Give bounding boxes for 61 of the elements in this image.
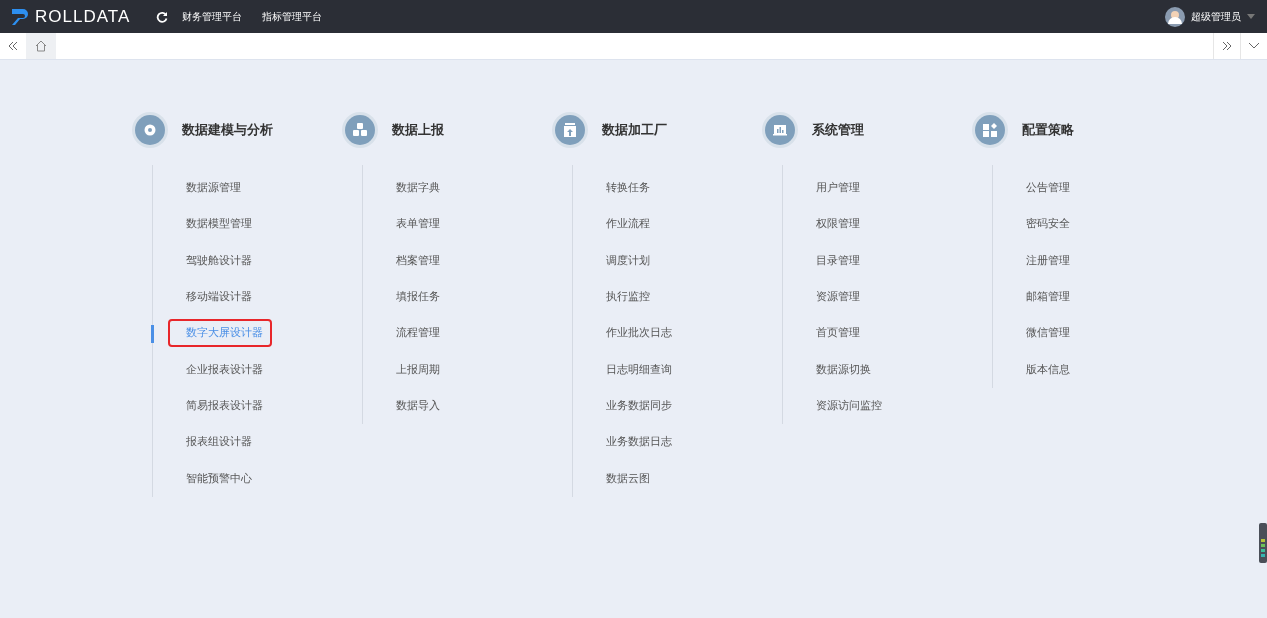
home-tab[interactable] <box>26 33 56 59</box>
menu-link[interactable]: 数据源管理 <box>186 178 241 199</box>
avatar-icon <box>1165 6 1185 27</box>
menu-link[interactable]: 目录管理 <box>816 250 860 271</box>
home-icon <box>35 40 47 52</box>
menu-link[interactable]: 作业流程 <box>606 214 650 235</box>
user-name[interactable]: 超级管理员 <box>1191 9 1241 24</box>
category-title: 数据建模与分析 <box>182 121 273 139</box>
menu-link[interactable]: 执行监控 <box>606 287 650 308</box>
menu-link[interactable]: 移动端设计器 <box>186 287 252 308</box>
menu-link[interactable]: 填报任务 <box>396 287 440 308</box>
category-title: 配置策略 <box>1022 121 1074 139</box>
menu-link[interactable]: 简易报表设计器 <box>186 395 263 416</box>
menu-link[interactable]: 企业报表设计器 <box>186 359 263 380</box>
menu-link[interactable]: 驾驶舱设计器 <box>186 250 252 271</box>
scroll-right-icon[interactable] <box>1222 41 1232 51</box>
monitor-icon <box>765 115 795 145</box>
tiles-icon <box>975 115 1005 145</box>
menu-link[interactable]: 上报周期 <box>396 359 440 380</box>
scroll-left-icon[interactable] <box>8 41 18 51</box>
menu-link[interactable]: 用户管理 <box>816 178 860 199</box>
menu-link[interactable]: 资源访问监控 <box>816 395 882 416</box>
menu-link[interactable]: 邮箱管理 <box>1026 287 1070 308</box>
menu-link[interactable]: 首页管理 <box>816 323 860 344</box>
category-title: 数据上报 <box>392 121 444 139</box>
menu-link[interactable]: 版本信息 <box>1026 359 1070 380</box>
menu-link[interactable]: 转换任务 <box>606 178 650 199</box>
menu-link[interactable]: 业务数据日志 <box>606 432 672 453</box>
gear-icon <box>135 115 165 145</box>
nav-link[interactable]: 财务管理平台 <box>182 9 243 24</box>
cubes-icon <box>345 115 375 145</box>
menu-link[interactable]: 密码安全 <box>1026 214 1070 235</box>
brand-name: ROLLDATA <box>35 6 131 27</box>
category-title: 系统管理 <box>812 121 864 139</box>
upload-icon <box>555 115 585 145</box>
menu-link[interactable]: 流程管理 <box>396 323 440 344</box>
refresh-icon[interactable] <box>156 10 169 23</box>
caret-icon[interactable] <box>1247 14 1255 19</box>
menu-link[interactable]: 日志明细查询 <box>606 359 672 380</box>
menu-link[interactable]: 公告管理 <box>1026 178 1070 199</box>
menu-link[interactable]: 表单管理 <box>396 214 440 235</box>
menu-link[interactable]: 作业批次日志 <box>606 323 672 344</box>
menu-link[interactable]: 数据云图 <box>606 468 650 489</box>
logo-icon <box>10 6 30 27</box>
menu-link[interactable]: 数据字典 <box>396 178 440 199</box>
menu-link[interactable]: 权限管理 <box>816 214 860 235</box>
side-widget-icon[interactable] <box>1259 523 1267 563</box>
menu-link[interactable]: 数据模型管理 <box>186 214 252 235</box>
menu-link[interactable]: 注册管理 <box>1026 250 1070 271</box>
menu-link[interactable]: 数据源切换 <box>816 359 871 380</box>
menu-link[interactable]: 智能预警中心 <box>186 468 252 489</box>
menu-link[interactable]: 报表组设计器 <box>186 432 252 453</box>
nav-link[interactable]: 指标管理平台 <box>262 9 323 24</box>
chevron-down-icon[interactable] <box>1248 42 1260 50</box>
menu-link[interactable]: 业务数据同步 <box>606 395 672 416</box>
category-title: 数据加工厂 <box>602 121 667 139</box>
menu-link[interactable]: 档案管理 <box>396 250 440 271</box>
menu-link[interactable]: 资源管理 <box>816 287 860 308</box>
menu-link[interactable]: 微信管理 <box>1026 323 1070 344</box>
menu-link[interactable]: 调度计划 <box>606 250 650 271</box>
menu-link[interactable]: 数据导入 <box>396 395 440 416</box>
